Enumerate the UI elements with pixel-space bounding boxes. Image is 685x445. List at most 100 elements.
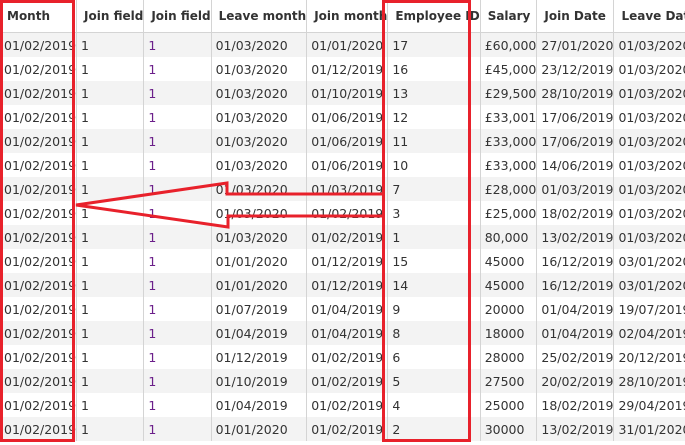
cell-join-month: 01/12/2019 <box>306 273 389 297</box>
cell-salary: 27500 <box>480 369 538 393</box>
cell-join-month: 01/02/2019 <box>306 393 389 417</box>
cell-leave-date: 02/04/2019 <box>613 321 685 345</box>
cell-join-field: 1 <box>76 297 145 321</box>
cell-leave-month: 01/12/2019 <box>211 345 308 369</box>
cell-join-month: 01/12/2019 <box>306 249 389 273</box>
cell-join-date: 14/06/2019 <box>536 153 615 177</box>
cell-join-month: 01/04/2019 <box>306 297 389 321</box>
cell-join-month: 01/06/2019 <box>306 153 389 177</box>
table-row: 01/02/2019 1 1 01/03/2020 01/06/2019 12 £33,00… <box>0 105 685 129</box>
cell-month: 01/02/2019 <box>0 297 78 321</box>
cell-leave-month: 01/10/2019 <box>211 369 308 393</box>
cell-leave-month: 01/03/2020 <box>211 129 308 153</box>
cell-join-date: 16/12/2019 <box>536 273 615 297</box>
cell-employee-id: 7 <box>387 177 481 201</box>
cell-month: 01/02/2019 <box>0 32 78 57</box>
cell-join-date: 17/06/2019 <box>536 129 615 153</box>
cell-join-field-2: 1 <box>143 153 212 177</box>
cell-join-month: 01/03/2019 <box>306 177 389 201</box>
column-header-employee-id[interactable]: Employee ID <box>387 0 481 33</box>
cell-join-month: 01/06/2019 <box>306 105 389 129</box>
cell-employee-id: 10 <box>387 153 481 177</box>
cell-employee-id: 6 <box>387 345 481 369</box>
cell-employee-id: 1 <box>387 225 481 249</box>
cell-join-field: 1 <box>76 201 145 225</box>
cell-join-date: 27/01/2020 <box>536 32 615 57</box>
column-header-join-field-2[interactable]: Join field <box>143 0 212 33</box>
cell-join-month: 01/10/2019 <box>306 81 389 105</box>
cell-join-field: 1 <box>76 81 145 105</box>
cell-leave-month: 01/03/2020 <box>211 81 308 105</box>
cell-join-date: 23/12/2019 <box>536 57 615 81</box>
cell-join-field-2: 1 <box>143 105 212 129</box>
cell-leave-date: 03/01/2020 <box>613 249 685 273</box>
cell-employee-id: 8 <box>387 321 481 345</box>
table-row: 01/02/2019 1 1 01/10/2019 01/02/2019 5 27500 20… <box>0 369 685 393</box>
table-row: 01/02/2019 1 1 01/04/2019 01/04/2019 8 18000 01… <box>0 321 685 345</box>
cell-join-field-2: 1 <box>143 177 212 201</box>
table-row: 01/02/2019 1 1 01/03/2020 01/12/2019 16 £45,00… <box>0 57 685 81</box>
cell-leave-month: 01/03/2020 <box>211 105 308 129</box>
cell-join-field-2: 1 <box>143 225 212 249</box>
cell-join-date: 18/02/2019 <box>536 393 615 417</box>
cell-leave-month: 01/01/2020 <box>211 249 308 273</box>
cell-employee-id: 5 <box>387 369 481 393</box>
cell-join-date: 01/03/2019 <box>536 177 615 201</box>
cell-join-field-2: 1 <box>143 57 212 81</box>
column-header-salary[interactable]: Salary <box>480 0 538 33</box>
cell-join-field: 1 <box>76 345 145 369</box>
cell-join-field-2: 1 <box>143 32 212 57</box>
cell-salary: £25,000 <box>480 201 538 225</box>
cell-join-field-2: 1 <box>143 201 212 225</box>
cell-month: 01/02/2019 <box>0 105 78 129</box>
cell-join-field-2: 1 <box>143 297 212 321</box>
cell-leave-date: 28/10/2019 <box>613 369 685 393</box>
cell-join-field-2: 1 <box>143 321 212 345</box>
cell-join-month: 01/02/2019 <box>306 417 389 441</box>
cell-leave-date: 01/03/2020 <box>613 105 685 129</box>
table-row: 01/02/2019 1 1 01/03/2020 01/10/2019 13 £29,50… <box>0 81 685 105</box>
column-header-leave-date[interactable]: Leave Date <box>613 0 685 33</box>
cell-join-date: 13/02/2019 <box>536 417 615 441</box>
cell-employee-id: 13 <box>387 81 481 105</box>
cell-join-field-2: 1 <box>143 345 212 369</box>
cell-leave-date: 03/01/2020 <box>613 273 685 297</box>
cell-employee-id: 3 <box>387 201 481 225</box>
cell-month: 01/02/2019 <box>0 249 78 273</box>
cell-leave-month: 01/03/2020 <box>211 225 308 249</box>
cell-leave-month: 01/04/2019 <box>211 321 308 345</box>
cell-month: 01/02/2019 <box>0 393 78 417</box>
cell-join-field-2: 1 <box>143 417 212 441</box>
cell-join-month: 01/12/2019 <box>306 57 389 81</box>
cell-salary: £28,000 <box>480 177 538 201</box>
column-header-join-date[interactable]: Join Date <box>536 0 615 33</box>
cell-join-month: 01/02/2019 <box>306 225 389 249</box>
cell-leave-month: 01/03/2020 <box>211 57 308 81</box>
cell-employee-id: 2 <box>387 417 481 441</box>
cell-leave-date: 31/01/2020 <box>613 417 685 441</box>
column-header-join-month[interactable]: Join month <box>306 0 389 33</box>
cell-leave-date: 01/03/2020 <box>613 153 685 177</box>
cell-month: 01/02/2019 <box>0 273 78 297</box>
column-header-month[interactable]: Month <box>0 0 78 33</box>
cell-month: 01/02/2019 <box>0 417 78 441</box>
cell-join-date: 18/02/2019 <box>536 201 615 225</box>
table-row: 01/02/2019 1 1 01/03/2020 01/01/2020 17 £60,00… <box>0 32 685 57</box>
cell-salary: 28000 <box>480 345 538 369</box>
column-header-join-field[interactable]: Join field <box>76 0 145 33</box>
cell-salary: £33,001 <box>480 105 538 129</box>
cell-leave-date: 01/03/2020 <box>613 81 685 105</box>
cell-salary: £33,000 <box>480 129 538 153</box>
cell-join-field-2: 1 <box>143 81 212 105</box>
data-table: Month Join field Join field Leave month Join… <box>0 0 685 441</box>
cell-join-field: 1 <box>76 273 145 297</box>
cell-leave-month: 01/01/2020 <box>211 417 308 441</box>
table-row: 01/02/2019 1 1 01/01/2020 01/02/2019 2 30000 13… <box>0 417 685 441</box>
table-row: 01/02/2019 1 1 01/03/2020 01/02/2019 1 80,000 1… <box>0 225 685 249</box>
column-header-leave-month[interactable]: Leave month <box>211 0 308 33</box>
cell-salary: £45,000 <box>480 57 538 81</box>
cell-month: 01/02/2019 <box>0 153 78 177</box>
table-row: 01/02/2019 1 1 01/03/2020 01/06/2019 11 £33,00… <box>0 129 685 153</box>
cell-leave-month: 01/03/2020 <box>211 177 308 201</box>
cell-join-field: 1 <box>76 57 145 81</box>
